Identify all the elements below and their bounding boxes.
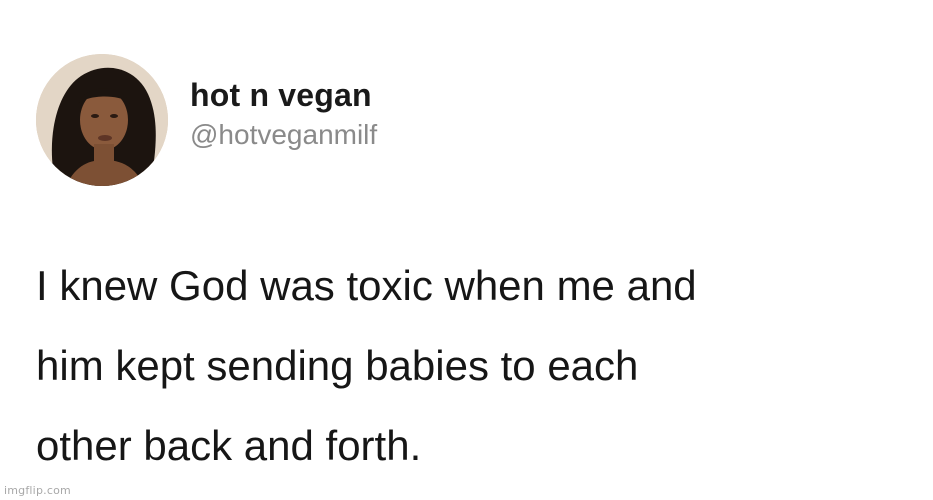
tweet-author[interactable]: hot n vegan @hotveganmilf xyxy=(36,52,377,188)
user-handle[interactable]: @hotveganmilf xyxy=(190,115,377,155)
tweet-text-line: him kept sending babies to each xyxy=(36,342,639,389)
profile-photo-icon xyxy=(36,54,168,186)
author-names: hot n vegan @hotveganmilf xyxy=(190,75,377,155)
display-name[interactable]: hot n vegan xyxy=(190,75,377,115)
avatar[interactable] xyxy=(36,54,168,186)
tweet-text: I knew God was toxic when me and him kep… xyxy=(36,246,896,486)
watermark: imgflip.com xyxy=(4,484,71,497)
tweet-text-line: other back and forth. xyxy=(36,422,422,469)
tweet-text-line: I knew God was toxic when me and xyxy=(36,262,697,309)
tweet-card: hot n vegan @hotveganmilf I knew God was… xyxy=(0,0,933,500)
